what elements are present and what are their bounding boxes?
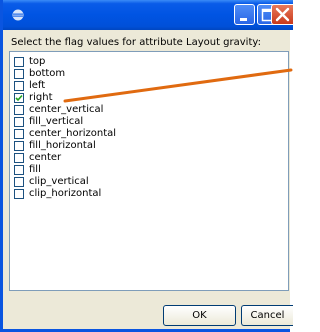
flag-values-dialog: Select the flag values for attribute Lay… <box>0 0 293 332</box>
annotation-arrow <box>63 68 293 103</box>
ok-button[interactable]: OK <box>163 305 236 326</box>
cancel-button[interactable]: Cancel <box>241 305 293 326</box>
